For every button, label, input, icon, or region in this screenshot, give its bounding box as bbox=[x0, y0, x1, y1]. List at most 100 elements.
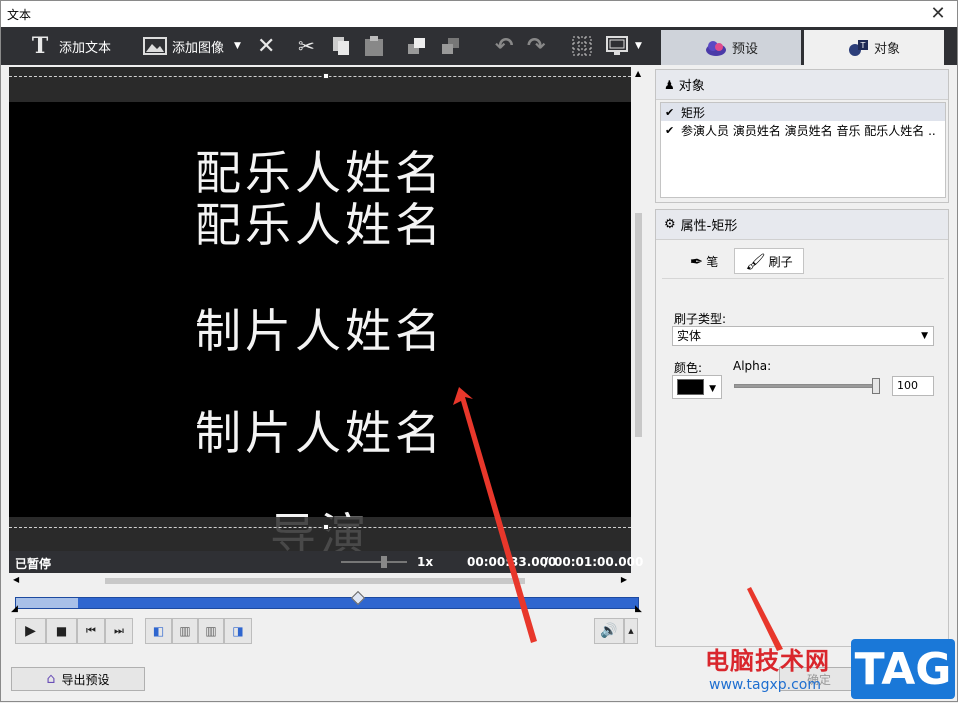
horizontal-scroll-thumb[interactable] bbox=[105, 578, 525, 584]
shapes-icon: ♟ bbox=[664, 77, 675, 92]
redo-button[interactable]: ↷ bbox=[527, 27, 545, 65]
mark-in-icon: ◧ bbox=[152, 624, 165, 638]
playback-state: 已暂停 bbox=[15, 557, 52, 571]
brush-type-select[interactable]: 实体 ▼ bbox=[672, 326, 934, 346]
video-preview[interactable]: 配乐人姓名 配乐人姓名 制片人姓名 制片人姓名 导演 bbox=[9, 67, 631, 551]
undo-button[interactable]: ↶ bbox=[495, 27, 513, 65]
list-item[interactable]: ✔ 参演人员 演员姓名 演员姓名 音乐 配乐人姓名 .. bbox=[661, 121, 945, 139]
previous-frame-button[interactable]: ⏮ bbox=[77, 618, 105, 644]
tab-brush[interactable]: 🖌 刷子 bbox=[734, 248, 804, 274]
preview-vertical-scrollbar[interactable]: ▲ bbox=[633, 67, 645, 551]
grid-icon bbox=[572, 36, 592, 56]
top-safe-band bbox=[9, 67, 631, 102]
object-icon: T bbox=[848, 39, 868, 56]
checkmark-icon[interactable]: ✔ bbox=[665, 124, 681, 137]
scroll-up-icon[interactable]: ▲ bbox=[635, 69, 641, 78]
alpha-value-input[interactable]: 100 bbox=[892, 376, 934, 396]
speed-value: 1x bbox=[417, 555, 434, 569]
delete-button[interactable]: ✕ bbox=[257, 27, 275, 65]
objects-panel: ♟ 对象 ✔ 矩形 ✔ 参演人员 演员姓名 演员姓名 音乐 配乐人姓名 .. bbox=[655, 69, 949, 203]
tab-brush-label: 刷子 bbox=[768, 254, 793, 269]
close-icon[interactable]: ✕ bbox=[923, 1, 953, 27]
watermark-url: www.tagxp.com bbox=[709, 677, 821, 693]
tab-object[interactable]: T 对象 bbox=[804, 30, 944, 65]
properties-panel-title: 属性-矩形 bbox=[680, 219, 738, 234]
dropdown-caret-icon[interactable]: ▼ bbox=[234, 41, 241, 51]
current-time: 00:00:33.000 bbox=[467, 555, 557, 569]
vertical-scroll-thumb[interactable] bbox=[635, 213, 642, 437]
watermark-site-name: 电脑技术网 bbox=[705, 647, 830, 675]
image-icon bbox=[143, 37, 167, 55]
timeline-playhead[interactable] bbox=[351, 590, 366, 606]
alpha-slider-thumb[interactable] bbox=[872, 378, 880, 394]
speed-slider[interactable] bbox=[341, 556, 407, 568]
send-backward-icon bbox=[442, 38, 459, 54]
cut-button[interactable]: ✂ bbox=[298, 27, 315, 65]
scroll-left-icon[interactable]: ◀ bbox=[13, 575, 19, 584]
send-backward-button[interactable] bbox=[441, 27, 461, 65]
scroll-right-icon[interactable]: ▶ bbox=[621, 575, 627, 584]
volume-caret-icon: ▲ bbox=[628, 627, 634, 635]
alpha-slider[interactable] bbox=[734, 378, 880, 394]
tab-preset-label: 预设 bbox=[731, 42, 758, 57]
next-frame-button[interactable]: ⏭ bbox=[105, 618, 133, 644]
list-item[interactable]: ✔ 矩形 bbox=[661, 103, 945, 121]
properties-panel: ⚙ 属性-矩形 ✒ 笔 🖌 刷子 刷子类型: 实体 ▼ 颜色: ▼ Alpha:… bbox=[655, 209, 949, 647]
gear-icon: ⚙ bbox=[664, 217, 676, 232]
credit-line: 制片人姓名 bbox=[195, 304, 445, 358]
safe-area-caret-icon[interactable]: ▼ bbox=[635, 41, 642, 51]
add-text-label: 添加文本 bbox=[59, 40, 112, 56]
color-picker[interactable]: ▼ bbox=[672, 375, 722, 399]
mark-out-icon: ◨ bbox=[232, 624, 244, 638]
chevron-down-icon: ▼ bbox=[709, 384, 716, 394]
stop-icon: ■ bbox=[55, 624, 68, 638]
undo-icon: ↶ bbox=[495, 33, 514, 59]
add-image-button[interactable]: 添加图像 ▼ bbox=[143, 27, 241, 65]
timeline-start-marker-icon[interactable]: ◢ bbox=[11, 604, 18, 614]
monitor-icon bbox=[606, 36, 628, 55]
tab-pen-label: 笔 bbox=[706, 254, 719, 269]
export-preset-button[interactable]: ⌂ 导出预设 bbox=[11, 667, 145, 691]
scissors-icon: ✂ bbox=[298, 34, 315, 58]
credit-line: 配乐人姓名 bbox=[195, 198, 445, 252]
color-label: 颜色: bbox=[674, 361, 703, 375]
volume-caret-button[interactable]: ▲ bbox=[624, 618, 638, 644]
brush-type-label: 刷子类型: bbox=[674, 312, 727, 326]
resize-handle-bottom-overlay[interactable] bbox=[323, 524, 329, 530]
add-text-button[interactable]: T 添加文本 bbox=[29, 27, 111, 65]
copy-button[interactable] bbox=[331, 27, 351, 65]
play-button[interactable]: ▶ bbox=[15, 618, 46, 644]
mark-out-button[interactable]: ◨ bbox=[224, 618, 252, 644]
tab-preset[interactable]: 预设 bbox=[661, 30, 801, 65]
volume-button[interactable]: 🔊 bbox=[594, 618, 624, 644]
credit-line: 制片人姓名 bbox=[195, 406, 445, 460]
watermark-badge-text: TAG bbox=[854, 643, 952, 695]
paste-button[interactable] bbox=[363, 27, 385, 65]
copy-icon bbox=[333, 37, 349, 55]
safe-area-button[interactable]: ▼ bbox=[605, 27, 642, 65]
selection-bottom-edge-overlay bbox=[9, 527, 631, 528]
redo-icon: ↷ bbox=[527, 33, 546, 59]
export-preset-label: 导出预设 bbox=[61, 672, 110, 687]
chevron-down-icon: ▼ bbox=[921, 331, 928, 341]
side-tabs: 预设 T 对象 bbox=[659, 27, 957, 65]
mark-in-button[interactable]: ◧ bbox=[145, 618, 172, 644]
checkmark-icon[interactable]: ✔ bbox=[665, 106, 681, 119]
paste-icon bbox=[365, 36, 383, 56]
resize-handle-top[interactable] bbox=[323, 73, 329, 79]
trim-end-button[interactable]: ▥ bbox=[198, 618, 224, 644]
skip-back-icon: ⏮ bbox=[86, 624, 96, 637]
timeline-end-marker-icon[interactable]: ◣ bbox=[635, 604, 642, 614]
alpha-label: Alpha: bbox=[733, 359, 772, 373]
bring-forward-button[interactable] bbox=[407, 27, 427, 65]
speed-slider-thumb[interactable] bbox=[381, 556, 387, 568]
total-time: 00:01:00.000 bbox=[554, 555, 644, 569]
tab-pen[interactable]: ✒ 笔 bbox=[682, 248, 726, 274]
trim-start-button[interactable]: ▥ bbox=[172, 618, 198, 644]
tab-object-label: 对象 bbox=[873, 42, 900, 57]
timeline-track[interactable] bbox=[15, 590, 639, 609]
stop-button[interactable]: ■ bbox=[46, 618, 77, 644]
alpha-value: 100 bbox=[897, 379, 918, 392]
preview-horizontal-scrollbar[interactable]: ◀ ▶ bbox=[9, 573, 631, 589]
grid-button[interactable] bbox=[572, 27, 592, 65]
